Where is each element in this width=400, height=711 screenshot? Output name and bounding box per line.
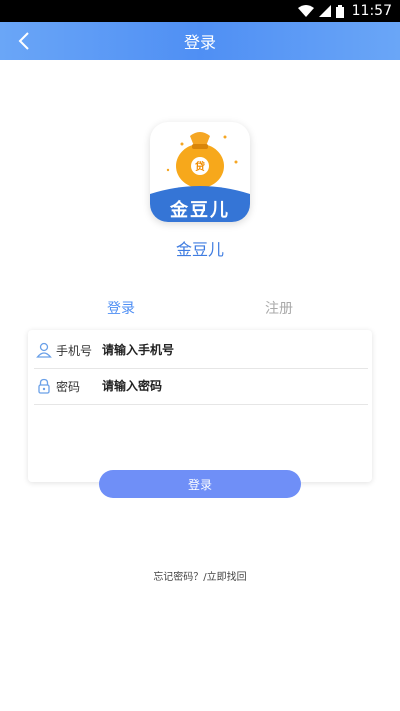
page-title: 登录 [183, 33, 216, 52]
forgot-password-link[interactable]: 忘记密码？/立即找回 [0, 568, 400, 583]
login-form-card: 手机号 密码 [28, 330, 372, 482]
status-time: 11:57 [351, 3, 392, 19]
app-name: 金豆儿 [175, 240, 224, 259]
login-button[interactable]: 登录 [99, 470, 301, 498]
chevron-left-icon [18, 32, 29, 50]
auth-tabs: 登录 注册 [0, 298, 400, 320]
logo-badge-text: 贷 [195, 162, 205, 173]
nav-bar: 登录 [0, 22, 400, 60]
app-logo: 贷 金豆儿 [150, 122, 250, 222]
back-button[interactable] [8, 22, 40, 60]
password-row: 密码 [34, 368, 368, 405]
logo-text: 金豆儿 [170, 200, 230, 221]
phone-input[interactable] [102, 343, 342, 357]
phone-label: 手机号 [56, 343, 93, 358]
user-icon [36, 342, 52, 358]
password-input[interactable] [102, 379, 342, 393]
tab-register[interactable]: 注册 [239, 298, 319, 318]
lock-icon [36, 378, 52, 394]
tab-login[interactable]: 登录 [81, 298, 161, 318]
signal-icon [318, 5, 331, 17]
phone-row: 手机号 [34, 332, 368, 369]
battery-icon [335, 4, 344, 18]
status-icons [297, 4, 344, 18]
password-label: 密码 [56, 379, 81, 394]
wifi-icon [297, 5, 314, 17]
status-bar: 11:57 [0, 0, 400, 22]
